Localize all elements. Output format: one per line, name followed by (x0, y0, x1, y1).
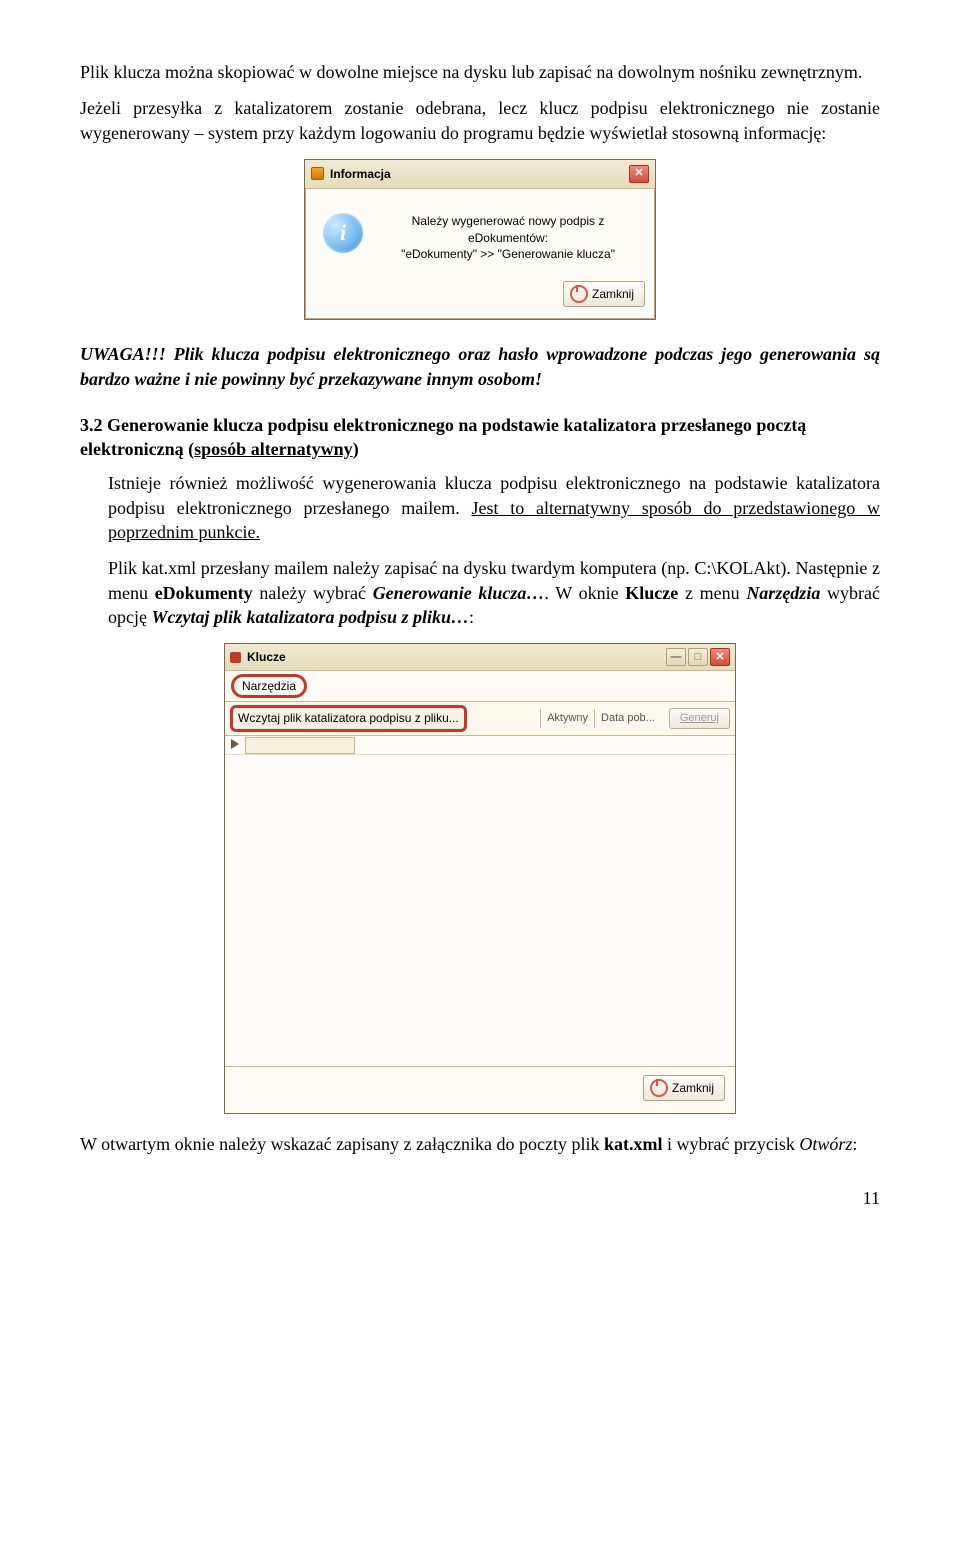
info-icon: i (323, 213, 363, 253)
dialog-titlebar: Informacja ✕ (305, 160, 655, 189)
dialog-message: Należy wygenerować nowy podpis z eDokume… (379, 213, 637, 263)
section-heading: 3.2 Generowanie klucza podpisu elektroni… (80, 413, 880, 462)
dialog-informacja: Informacja ✕ i Należy wygenerować nowy p… (304, 159, 656, 320)
close-icon[interactable]: ✕ (629, 165, 649, 183)
dialog-msg-line: Należy wygenerować nowy podpis z (412, 214, 605, 228)
paragraph-1: Plik klucza można skopiować w dowolne mi… (80, 60, 880, 84)
paragraph-body-3: Plik kat.xml przesłany mailem należy zap… (80, 556, 880, 629)
grid-header: Wczytaj plik katalizatora podpisu z plik… (225, 701, 735, 735)
paragraph-body-2: Istnieje również możliwość wygenerowania… (80, 471, 880, 544)
col-aktywny: Aktywny (540, 709, 594, 728)
generuj-button[interactable]: Generuj (669, 708, 730, 729)
app-icon (311, 167, 324, 180)
power-icon (650, 1079, 668, 1097)
grid-body (225, 736, 735, 1066)
grid-row-line (225, 754, 735, 755)
warning-paragraph: UWAGA!!! Plik klucza podpisu elektronicz… (80, 342, 880, 391)
page-number: 11 (80, 1186, 880, 1210)
close-button[interactable]: Zamknij (643, 1075, 725, 1101)
close-button-label: Zamknij (592, 286, 634, 302)
menuitem-highlight: Wczytaj plik katalizatora podpisu z plik… (230, 705, 467, 731)
app-icon (230, 652, 241, 663)
grid-selected-cell (245, 737, 355, 754)
paragraph-last: W otwartym oknie należy wskazać zapisany… (80, 1132, 880, 1156)
close-button[interactable]: Zamknij (563, 281, 645, 307)
dialog-msg-line: "eDokumenty" >> "Generowanie klucza" (401, 247, 615, 261)
minimize-icon[interactable]: — (666, 648, 686, 666)
col-data-pob: Data pob... (594, 709, 661, 728)
power-icon (570, 285, 588, 303)
dialog-msg-line: eDokumentów: (468, 231, 548, 245)
menu-narzedzia[interactable]: Narzędzia (242, 679, 296, 693)
menuitem-wczytaj[interactable]: Wczytaj plik katalizatora podpisu z plik… (238, 711, 459, 725)
menu-bar: Narzędzia (225, 671, 735, 701)
menu-narzedzia-highlight: Narzędzia (231, 674, 307, 698)
dialog-title: Informacja (330, 166, 391, 182)
row-indicator-icon (231, 739, 239, 749)
maximize-icon[interactable]: □ (688, 648, 708, 666)
dialog-klucze: Klucze — □ ✕ Narzędzia Wczytaj plik kata… (224, 643, 736, 1113)
dialog-titlebar: Klucze — □ ✕ (225, 644, 735, 671)
close-icon[interactable]: ✕ (710, 648, 730, 666)
dialog-title: Klucze (247, 649, 286, 665)
close-button-label: Zamknij (672, 1080, 714, 1096)
paragraph-2: Jeżeli przesyłka z katalizatorem zostani… (80, 96, 880, 145)
